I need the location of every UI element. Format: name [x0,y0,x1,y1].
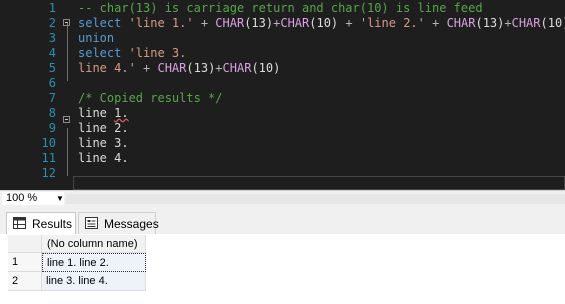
code-token: + [215,61,223,75]
code-token: + [424,16,447,30]
code-line[interactable]: 3 union [0,31,565,46]
code-line[interactable]: 12 [0,166,565,181]
code-line[interactable]: 8 line 1. [0,106,565,121]
code-token: CHAR [446,16,476,30]
code-text: select 'line 3. [78,46,186,61]
tab-messages[interactable]: Messages [78,212,159,234]
code-token: (13) [475,16,505,30]
grid-icon [13,217,26,229]
code-token: 1. [114,106,129,120]
code-line[interactable]: 2 select 'line 1.' + CHAR(13)+CHAR(10) + … [0,16,565,31]
result-cell[interactable]: line 3. line 4. [42,272,146,291]
code-token: 'line 3. [128,46,187,60]
code-token: + [338,16,360,30]
code-token: (10) [540,16,565,30]
line-number: 1 [48,1,56,15]
line-number: 8 [48,106,56,120]
code-token: union [78,31,115,45]
column-header[interactable]: (No column name) [42,235,146,253]
code-token: + [193,16,216,30]
line-number: 10 [41,136,56,150]
code-text: line 3. [78,136,129,151]
code-token: CHAR [280,16,310,30]
code-token: CHAR [511,16,541,30]
code-token: select [78,46,129,60]
line-number: 6 [48,76,56,90]
code-line[interactable]: 1 -- char(13) is carriage return and char… [0,1,565,16]
code-token: (13) [244,16,274,30]
line-number: 12 [41,166,56,180]
code-token: + [504,16,512,30]
code-token: line 2. [78,121,129,135]
code-token: /* Copied results */ [78,91,223,105]
code-token: line 4.' [78,61,136,75]
tab-results[interactable]: Results [6,212,76,234]
code-text: /* Copied results */ [78,91,223,106]
code-text: line 4.' + CHAR(13)+CHAR(10) [78,61,280,76]
line-number: 9 [48,121,56,135]
line-number: 11 [41,151,56,165]
chevron-down-icon: ▼ [56,194,64,203]
tab-results-label: Results [32,217,73,231]
code-text: line 4. [78,151,129,166]
editor-status-bar: 100 % ▼ [0,190,565,206]
code-token: -- char(13) is carriage return and char(… [78,1,483,15]
code-line[interactable]: 4 select 'line 3. [0,46,565,61]
row-number[interactable]: 2 [8,272,42,291]
messages-icon [85,217,98,229]
line-number: 7 [48,91,56,105]
code-token: line 4. [78,151,129,165]
grid-corner [8,235,42,253]
code-text: -- char(13) is carriage return and char(… [78,1,483,16]
code-token: (13) [186,61,216,75]
code-token: 'line 1.' [128,16,194,30]
row-number[interactable]: 1 [8,253,42,272]
code-text: line 1. [78,106,129,121]
line-number: 3 [48,31,56,45]
code-line[interactable]: 6 [0,76,565,91]
horizontal-scrollbar[interactable] [66,194,565,204]
line-number: 2 [48,16,56,30]
results-tabs: Results Messages [0,206,565,234]
code-token: CHAR [157,61,187,75]
zoom-dropdown[interactable]: 100 % ▼ [2,192,64,205]
result-cell[interactable]: line 1. line 2. [42,253,146,272]
code-token: 'line 2.' [359,16,425,30]
code-text: line 2. [78,121,129,136]
tab-messages-label: Messages [104,217,159,231]
code-line[interactable]: 10 line 3. [0,136,565,151]
code-text: select 'line 1.' + CHAR(13)+CHAR(10) + '… [78,16,565,31]
zoom-value: 100 % [6,192,38,204]
code-token: CHAR [215,16,245,30]
results-grid[interactable]: (No column name) 1 line 1. line 2. 2 lin… [0,234,565,304]
code-token: select [78,16,129,30]
code-token: CHAR [222,61,252,75]
code-token: line 3. [78,136,129,150]
code-line[interactable]: 9 line 2. [0,121,565,136]
query-editor[interactable]: 1 -- char(13) is carriage return and char… [0,0,565,190]
code-line[interactable]: 5 line 4.' + CHAR(13)+CHAR(10) [0,61,565,76]
code-token: (10) [251,61,281,75]
code-line[interactable]: 11 line 4. [0,151,565,166]
code-token: + [135,61,158,75]
code-token: (10) [309,16,339,30]
code-line[interactable]: 7 /* Copied results */ [0,91,565,106]
line-number: 4 [48,46,56,60]
line-number: 5 [48,61,56,75]
code-token: line [78,106,115,120]
code-text: union [78,31,114,46]
